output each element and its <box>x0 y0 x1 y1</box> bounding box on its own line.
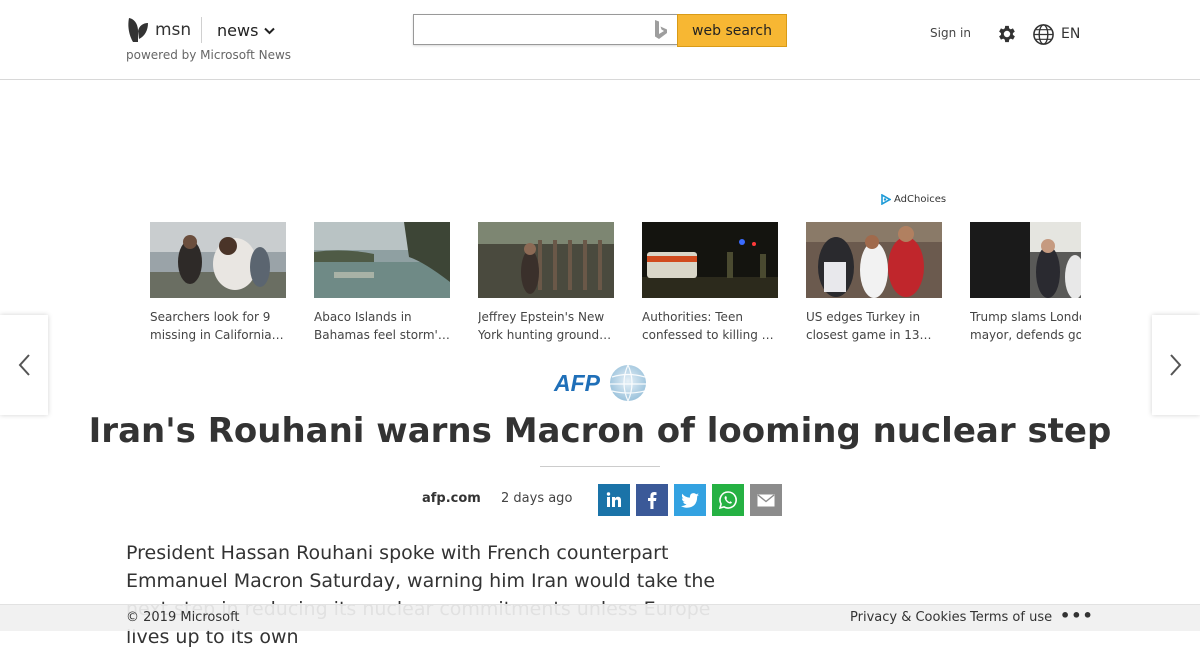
share-linkedin-button[interactable] <box>598 484 630 516</box>
card-title: Abaco Islands in Bahamas feel storm's… <box>314 310 450 342</box>
facebook-icon <box>648 492 657 509</box>
more-options-button[interactable]: ••• <box>1060 606 1094 625</box>
share-email-button[interactable] <box>750 484 782 516</box>
header: msn news powered by Microsoft News web s… <box>0 0 1200 80</box>
share-facebook-button[interactable] <box>636 484 668 516</box>
powered-by: powered by Microsoft News <box>126 48 292 62</box>
card-title: Searchers look for 9 missing in Californ… <box>150 310 284 342</box>
chevron-left-icon <box>18 354 30 376</box>
adchoices-icon <box>881 194 891 205</box>
web-search-button[interactable]: web search <box>677 14 787 47</box>
section-dropdown[interactable]: news <box>217 21 276 40</box>
whatsapp-icon <box>719 491 737 509</box>
footer: © 2019 Microsoft Privacy & Cookies Terms… <box>0 604 1200 631</box>
news-carousel: Searchers look for 9 missing in Californ… <box>150 222 1081 352</box>
card-title: Authorities: Teen confessed to killing 5… <box>642 310 778 342</box>
chevron-down-icon <box>264 27 276 34</box>
carousel-prev-button[interactable] <box>0 315 48 415</box>
share-twitter-button[interactable] <box>674 484 706 516</box>
copyright: © 2019 Microsoft <box>126 610 240 625</box>
linkedin-icon <box>606 492 621 507</box>
card-title: Trump slams London mayor, defends golf <box>970 310 1081 342</box>
carousel-card[interactable]: Searchers look for 9 missing in Californ… <box>150 222 286 344</box>
language-selector[interactable]: EN <box>1061 26 1080 42</box>
afp-logo-text: AFP <box>553 370 601 396</box>
terms-of-use-link[interactable]: Terms of use <box>970 610 1052 625</box>
section-label: news <box>217 21 259 40</box>
carousel-card[interactable]: US edges Turkey in closest game in 13… <box>806 222 942 344</box>
thumbnail-image <box>150 222 286 298</box>
header-divider <box>201 17 202 43</box>
globe-icon[interactable] <box>1032 23 1055 46</box>
search-input[interactable] <box>413 14 677 45</box>
gear-icon[interactable] <box>996 23 1018 45</box>
msn-butterfly-icon <box>128 18 148 42</box>
email-icon <box>757 493 775 506</box>
thumbnail-image <box>642 222 778 298</box>
afp-publisher-logo[interactable]: AFP <box>552 364 648 406</box>
thumbnail-image <box>478 222 614 298</box>
article-headline: Iran's Rouhani warns Macron of looming n… <box>88 411 1112 451</box>
privacy-cookies-link[interactable]: Privacy & Cookies <box>850 610 966 625</box>
carousel-card[interactable]: Authorities: Teen confessed to killing 5… <box>642 222 778 344</box>
card-title: Jeffrey Epstein's New York hunting groun… <box>478 310 612 342</box>
thumbnail-image <box>314 222 450 298</box>
logo-text: msn <box>155 20 192 40</box>
card-title: US edges Turkey in closest game in 13… <box>806 310 932 342</box>
thumbnail-image <box>806 222 942 298</box>
share-whatsapp-button[interactable] <box>712 484 744 516</box>
thumbnail-image <box>970 222 1081 298</box>
adchoices-label: AdChoices <box>894 194 947 205</box>
headline-divider <box>540 466 660 467</box>
article-body: President Hassan Rouhani spoke with Fren… <box>126 542 716 648</box>
article-time: 2 days ago <box>501 491 573 506</box>
chevron-right-icon <box>1170 354 1182 376</box>
sign-in-link[interactable]: Sign in <box>930 26 971 40</box>
bing-icon <box>655 20 667 39</box>
carousel-next-button[interactable] <box>1152 315 1200 415</box>
msn-logo[interactable]: msn <box>126 16 191 44</box>
carousel-card[interactable]: Abaco Islands in Bahamas feel storm's… <box>314 222 450 344</box>
carousel-card[interactable]: Jeffrey Epstein's New York hunting groun… <box>478 222 614 344</box>
carousel-card[interactable]: Trump slams London mayor, defends golf <box>970 222 1081 344</box>
twitter-icon <box>681 492 699 508</box>
article-source[interactable]: afp.com <box>422 491 481 506</box>
adchoices-link[interactable]: AdChoices <box>881 194 946 205</box>
